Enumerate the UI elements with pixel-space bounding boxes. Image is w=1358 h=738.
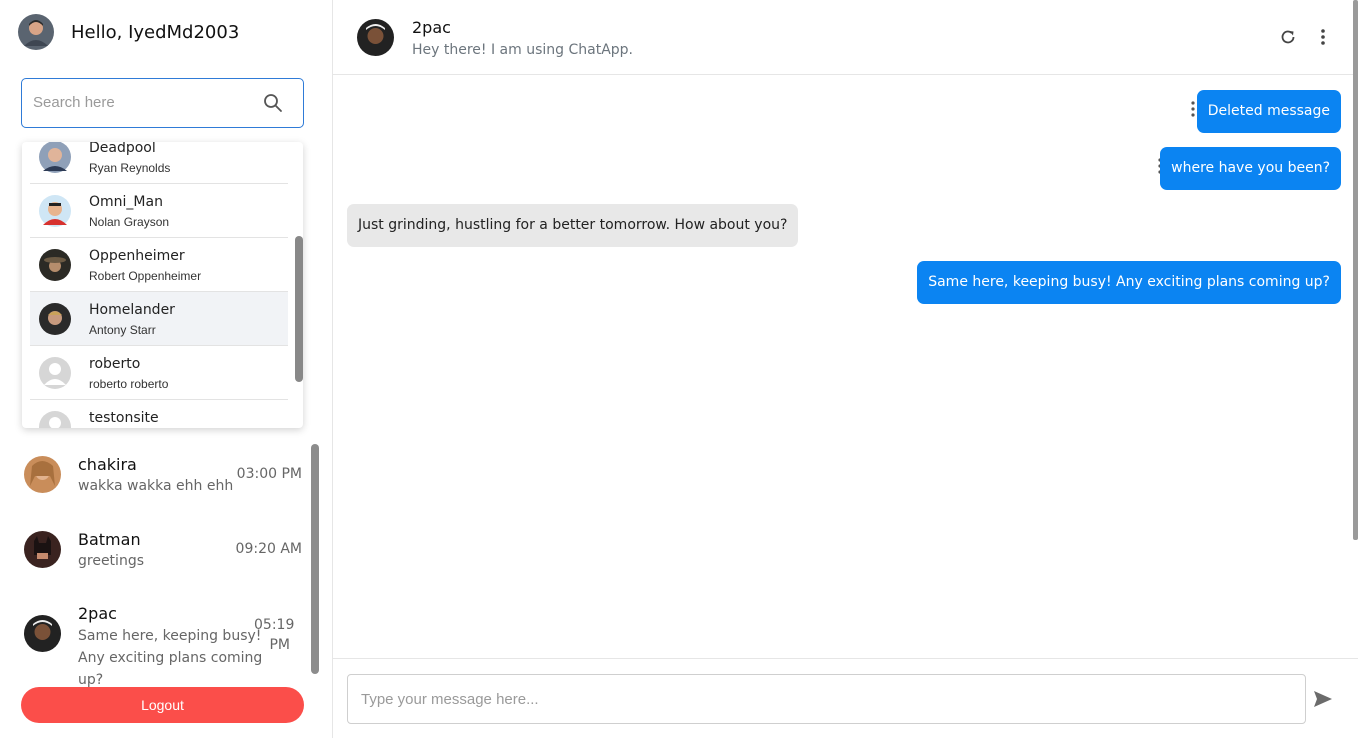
- user-avatar[interactable]: [18, 14, 54, 50]
- chat-time: 05:19 PM: [254, 617, 295, 653]
- message-incoming[interactable]: Just grinding, hustling for a better tom…: [347, 204, 799, 247]
- search-input[interactable]: [33, 79, 253, 126]
- avatar: [39, 249, 71, 281]
- chat-app: Hello, IyedMd2003 Deadpool Ryan Reynolds: [0, 0, 1358, 738]
- chat-item-batman[interactable]: Batman greetings 09:20 AM: [0, 521, 320, 595]
- search-result-testonsite[interactable]: testonsite: [30, 400, 288, 428]
- chat-time: 03:00 PM: [236, 466, 302, 482]
- avatar: [39, 303, 71, 335]
- result-subtitle: Robert Oppenheimer: [89, 269, 202, 283]
- search-box: [21, 78, 304, 128]
- chat-name: Batman: [78, 530, 141, 549]
- search-result-omni-man[interactable]: Omni_Man Nolan Grayson: [30, 184, 288, 238]
- result-subtitle: Ryan Reynolds: [89, 161, 171, 175]
- refresh-icon[interactable]: [1279, 28, 1297, 46]
- avatar: [24, 615, 61, 652]
- chat-name: 2pac: [78, 604, 117, 623]
- default-avatar-icon: [39, 411, 71, 428]
- page-scrollbar[interactable]: [1353, 0, 1358, 540]
- avatar: [24, 531, 61, 568]
- search-result-roberto[interactable]: roberto roberto roberto: [30, 346, 288, 400]
- result-name: Deadpool: [89, 142, 156, 156]
- message-options-icon[interactable]: [1190, 100, 1196, 118]
- message-outgoing[interactable]: Deleted message: [1196, 90, 1341, 133]
- current-user: Hello, IyedMd2003: [18, 14, 239, 50]
- search-result-oppenheimer[interactable]: Oppenheimer Robert Oppenheimer: [30, 238, 288, 292]
- chat-last-message: Same here, keeping busy! Any exciting pl…: [78, 628, 263, 688]
- send-icon[interactable]: [1313, 689, 1333, 709]
- message-outgoing[interactable]: where have you been?: [1160, 147, 1341, 190]
- search-icon[interactable]: [263, 93, 283, 113]
- chat-name: chakira: [78, 455, 137, 474]
- result-name: Omni_Man: [89, 194, 163, 210]
- logout-button[interactable]: Logout: [21, 687, 304, 723]
- conversation-header: 2pac Hey there! I am using ChatApp.: [333, 0, 1358, 75]
- result-name: Homelander: [89, 302, 175, 318]
- result-subtitle: Nolan Grayson: [89, 215, 170, 229]
- conversation-panel: 2pac Hey there! I am using ChatApp. Dele…: [333, 0, 1358, 738]
- result-subtitle: Antony Starr: [89, 323, 156, 337]
- more-options-icon[interactable]: [1320, 28, 1326, 46]
- search-result-deadpool[interactable]: Deadpool Ryan Reynolds: [30, 142, 288, 184]
- chat-item-chakira[interactable]: chakira wakka wakka ehh ehh 03:00 PM: [0, 446, 320, 520]
- sidebar: Hello, IyedMd2003 Deadpool Ryan Reynolds: [0, 0, 333, 738]
- contact-status: Hey there! I am using ChatApp.: [412, 42, 634, 58]
- contact-name: 2pac: [412, 18, 451, 37]
- avatar: [39, 195, 71, 227]
- dropdown-scrollbar[interactable]: [295, 236, 303, 382]
- result-subtitle: roberto roberto: [89, 377, 169, 391]
- message-input[interactable]: [347, 674, 1306, 724]
- chat-item-2pac[interactable]: 2pac Same here, keeping busy! Any exciti…: [0, 596, 320, 688]
- chat-time: 09:20 AM: [235, 541, 302, 557]
- default-avatar-icon: [39, 357, 71, 389]
- greeting: Hello, IyedMd2003: [71, 21, 240, 43]
- message-outgoing[interactable]: Same here, keeping busy! Any exciting pl…: [917, 261, 1341, 304]
- avatar: [24, 456, 61, 493]
- search-result-homelander[interactable]: Homelander Antony Starr: [30, 292, 288, 346]
- avatar: [39, 142, 71, 173]
- search-results-dropdown: Deadpool Ryan Reynolds Omni_Man Nolan Gr…: [22, 142, 303, 428]
- result-name: Oppenheimer: [89, 248, 185, 264]
- message-composer: [333, 658, 1358, 738]
- result-name: roberto: [89, 356, 141, 372]
- chat-list-scrollbar[interactable]: [311, 444, 319, 674]
- result-name: testonsite: [89, 410, 159, 426]
- contact-avatar[interactable]: [357, 19, 394, 56]
